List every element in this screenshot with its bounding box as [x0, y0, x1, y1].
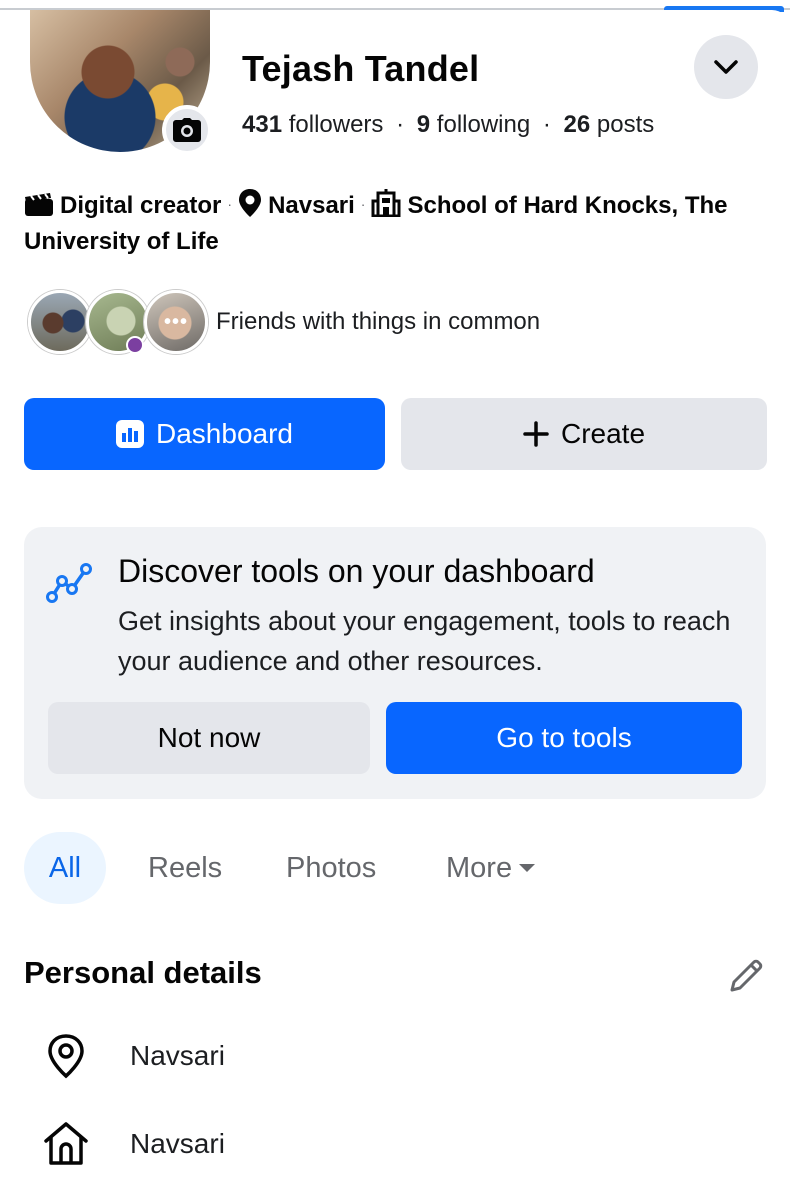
home-icon	[40, 1121, 92, 1167]
plus-icon	[523, 421, 549, 447]
intro-separator: ·	[360, 196, 366, 212]
tab-more-label: More	[446, 851, 513, 884]
profile-tabs: All Reels Photos More	[24, 832, 766, 904]
intro-category: Digital creator	[60, 192, 222, 219]
more-dots: •••	[163, 311, 188, 333]
tab-reels-label: Reels	[148, 851, 223, 884]
detail-current-city-value: Navsari	[130, 1040, 225, 1071]
create-button-label: Create	[560, 418, 646, 449]
pencil-icon	[730, 959, 763, 992]
detail-hometown-value: Navsari	[130, 1128, 225, 1159]
friend-avatar[interactable]	[28, 290, 92, 354]
discover-card-description: Get insights about your engagement, tool…	[118, 606, 731, 676]
friend-badge-icon	[126, 336, 144, 354]
chevron-down-icon	[714, 60, 738, 74]
location-pin-icon	[40, 1033, 92, 1079]
tab-all-label: All	[48, 851, 82, 884]
tab-all[interactable]: All	[24, 832, 106, 904]
more-friends-avatar[interactable]: •••	[144, 290, 208, 354]
tab-reels[interactable]: Reels	[148, 832, 222, 904]
change-photo-button[interactable]	[162, 105, 212, 155]
profile-options-button[interactable]	[694, 35, 758, 99]
dashboard-icon	[116, 420, 144, 448]
personal-details-title: Personal details	[24, 955, 262, 990]
go-to-tools-button[interactable]: Go to tools	[386, 702, 742, 774]
following-count[interactable]: 9	[417, 111, 430, 138]
not-now-button[interactable]: Not now	[48, 702, 370, 774]
tab-photos-label: Photos	[286, 851, 377, 884]
profile-sheet: Tejash Tandel 431 followers · 9 followin…	[0, 10, 790, 1200]
dashboard-button[interactable]: Dashboard	[24, 398, 385, 470]
profile-intro: Digital creator · Navsari · School of Hard…	[24, 188, 774, 258]
clapperboard-icon	[24, 193, 54, 226]
intro-location: Navsari	[268, 192, 355, 219]
school-building-icon	[371, 189, 401, 226]
insights-line-icon	[46, 561, 94, 610]
discover-tools-card: Discover tools on your dashboard Get ins…	[24, 527, 766, 799]
followers-count[interactable]: 431	[242, 111, 282, 138]
profile-name: Tejash Tandel	[242, 48, 480, 89]
intro-separator: ·	[227, 196, 233, 212]
tab-more[interactable]: More	[446, 832, 536, 904]
profile-stats: 431 followers · 9 following · 26 posts	[242, 111, 654, 139]
location-pin-icon	[238, 189, 262, 226]
stats-separator: ·	[396, 111, 405, 138]
following-label[interactable]: following	[437, 111, 530, 138]
go-to-tools-label: Go to tools	[496, 722, 632, 753]
stats-separator: ·	[542, 111, 551, 138]
detail-hometown: Navsari	[40, 1114, 740, 1174]
followers-label[interactable]: followers	[289, 111, 384, 138]
discover-card-title: Discover tools on your dashboard	[118, 553, 595, 589]
camera-icon	[173, 118, 201, 142]
edit-details-button[interactable]	[726, 956, 766, 996]
mutual-friends-row[interactable]: ••• Friends with things in common	[28, 290, 768, 356]
caret-down-icon	[519, 864, 536, 872]
posts-count[interactable]: 26	[564, 111, 591, 138]
detail-current-city: Navsari	[40, 1026, 740, 1086]
dashboard-button-label: Dashboard	[156, 418, 293, 449]
not-now-label: Not now	[157, 722, 261, 753]
tab-photos[interactable]: Photos	[286, 832, 376, 904]
friends-in-common-text[interactable]: Friends with things in common	[216, 308, 540, 336]
create-button[interactable]: Create	[401, 398, 767, 470]
posts-label[interactable]: posts	[597, 111, 654, 138]
profile-avatar-container[interactable]	[30, 10, 212, 160]
